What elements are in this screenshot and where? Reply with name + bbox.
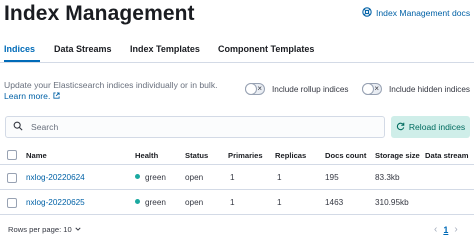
column-header-docs-count[interactable]: Docs count bbox=[325, 151, 366, 160]
primaries-cell: 1 bbox=[230, 198, 235, 207]
next-page-icon[interactable]: › bbox=[454, 224, 457, 235]
learn-more-label: Learn more. bbox=[4, 91, 51, 101]
health-status-dot bbox=[135, 199, 140, 205]
index-name-link[interactable]: nxlog-20220625 bbox=[26, 198, 85, 207]
rollup-indices-label: Include rollup indices bbox=[272, 85, 349, 94]
rows-per-page-selector[interactable]: Rows per page: 10 bbox=[8, 225, 81, 234]
tab-component-templates[interactable]: Component Templates bbox=[218, 44, 314, 54]
column-header-replicas[interactable]: Replicas bbox=[275, 151, 306, 160]
rollup-indices-switch[interactable]: × bbox=[245, 83, 265, 95]
cross-icon: × bbox=[257, 84, 262, 93]
health-cell: green bbox=[135, 173, 166, 182]
tab-indices[interactable]: Indices bbox=[4, 44, 35, 54]
status-cell: open bbox=[185, 198, 204, 207]
switch-knob bbox=[245, 83, 257, 95]
pagination: ‹ 1 › bbox=[434, 224, 458, 235]
page-title: Index Management bbox=[4, 2, 195, 25]
row-checkbox[interactable] bbox=[7, 173, 17, 183]
health-cell: green bbox=[135, 198, 166, 207]
search-input[interactable] bbox=[31, 122, 351, 132]
table-header-row: Name Health Status Primaries Replicas Do… bbox=[0, 145, 474, 165]
switch-knob bbox=[362, 83, 374, 95]
external-link-icon bbox=[53, 91, 60, 101]
search-icon bbox=[13, 118, 23, 136]
health-status-dot bbox=[135, 174, 140, 180]
table-footer: Rows per page: 10 ‹ 1 › bbox=[0, 224, 474, 240]
cross-icon: × bbox=[374, 84, 379, 93]
storage-size-cell: 310.95kb bbox=[375, 198, 409, 207]
column-header-status[interactable]: Status bbox=[185, 151, 208, 160]
help-icon bbox=[362, 7, 372, 19]
table-row: nxlog-20220625 green open 1 1 1463 310.9… bbox=[0, 190, 474, 215]
tab-data-streams[interactable]: Data Streams bbox=[54, 44, 112, 54]
replicas-cell: 1 bbox=[277, 173, 282, 182]
index-name-link[interactable]: nxlog-20220624 bbox=[26, 173, 85, 182]
column-header-data-stream[interactable]: Data stream bbox=[425, 151, 468, 160]
column-header-primaries[interactable]: Primaries bbox=[228, 151, 263, 160]
reload-indices-label: Reload indices bbox=[408, 122, 466, 132]
column-header-health[interactable]: Health bbox=[135, 151, 158, 160]
health-value: green bbox=[145, 173, 166, 182]
learn-more-link[interactable]: Learn more. bbox=[4, 91, 60, 101]
storage-size-cell: 83.3kb bbox=[375, 173, 400, 182]
rows-per-page-label: Rows per page: 10 bbox=[8, 225, 72, 234]
active-tab-indicator bbox=[4, 60, 40, 62]
hidden-indices-label: Include hidden indices bbox=[389, 85, 471, 94]
previous-page-icon[interactable]: ‹ bbox=[434, 224, 437, 235]
health-value: green bbox=[145, 198, 166, 207]
docs-count-cell: 1463 bbox=[325, 198, 344, 207]
page-number-button[interactable]: 1 bbox=[443, 225, 448, 235]
primaries-cell: 1 bbox=[230, 173, 235, 182]
hidden-indices-switch[interactable]: × bbox=[362, 83, 382, 95]
docs-link[interactable]: Index Management docs bbox=[362, 7, 470, 19]
column-header-storage-size[interactable]: Storage size bbox=[375, 151, 420, 160]
row-checkbox[interactable] bbox=[7, 198, 17, 208]
chevron-down-icon bbox=[75, 225, 81, 234]
tab-bar: Indices Data Streams Index Templates Com… bbox=[0, 38, 474, 63]
search-field[interactable] bbox=[5, 116, 385, 138]
table-row: nxlog-20220624 green open 1 1 195 83.3kb bbox=[0, 165, 474, 190]
select-all-checkbox[interactable] bbox=[7, 150, 17, 160]
tab-index-templates[interactable]: Index Templates bbox=[130, 44, 200, 54]
page-description: Update your Elasticsearch indices indivi… bbox=[4, 80, 218, 90]
reload-indices-button[interactable]: Reload indices bbox=[391, 116, 470, 138]
replicas-cell: 1 bbox=[277, 198, 282, 207]
status-cell: open bbox=[185, 173, 204, 182]
refresh-icon bbox=[396, 122, 405, 133]
column-header-name[interactable]: Name bbox=[26, 151, 47, 160]
docs-count-cell: 195 bbox=[325, 173, 339, 182]
docs-link-label: Index Management docs bbox=[376, 8, 471, 18]
